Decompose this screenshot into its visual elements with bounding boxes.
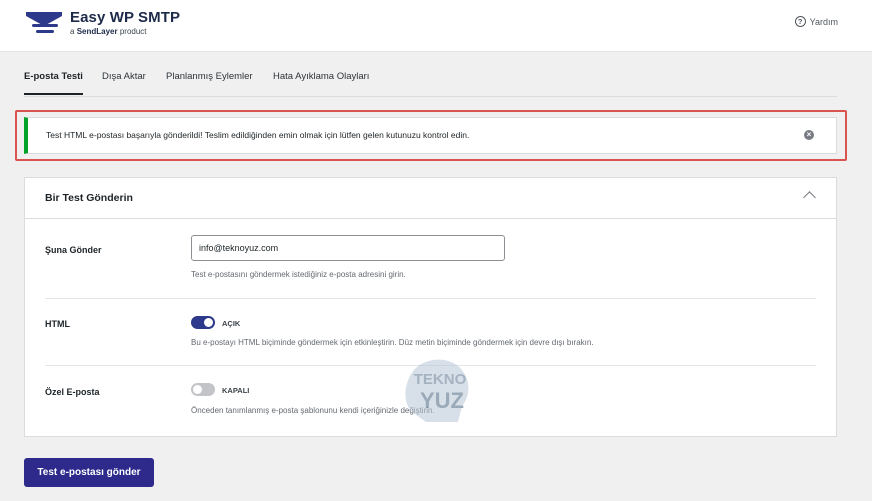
brand-name: Easy WP SMTP	[70, 9, 181, 26]
send-to-description: Test e-postasını göndermek istediğiniz e…	[191, 270, 406, 279]
custom-email-toggle-state: KAPALI	[222, 386, 250, 395]
toggle-knob	[193, 385, 202, 394]
brand-sub-company: SendLayer	[76, 27, 118, 36]
custom-email-toggle[interactable]	[191, 383, 215, 396]
html-label: HTML	[45, 319, 70, 329]
envelope-logo-icon	[26, 12, 62, 33]
help-label: Yardım	[809, 16, 838, 27]
html-toggle[interactable]	[191, 316, 215, 329]
send-to-label: Şuna Gönder	[45, 245, 102, 255]
html-toggle-state: AÇIK	[222, 319, 241, 328]
brand-tagline: a SendLayer product	[70, 27, 147, 36]
html-description: Bu e-postayı HTML biçiminde göndermek iç…	[191, 338, 594, 347]
tab-email-test[interactable]: E-posta Testi	[24, 71, 83, 95]
watermark-line2: YUZ	[420, 388, 464, 413]
send-to-email-input[interactable]	[191, 235, 505, 261]
tab-export[interactable]: Dışa Aktar	[102, 71, 146, 82]
watermark-line1: TEKNO	[414, 371, 467, 388]
top-bar: Easy WP SMTP a SendLayer product ? Yardı…	[0, 0, 872, 52]
toggle-knob	[204, 318, 213, 327]
brand-sub-suffix: product	[119, 27, 147, 36]
custom-email-description: Önceden tanımlanmış e-posta şablonunu ke…	[191, 406, 435, 415]
send-test-email-button[interactable]: Test e-postası gönder	[24, 458, 154, 487]
panel-title: Bir Test Gönderin	[45, 192, 133, 204]
help-link[interactable]: ? Yardım	[794, 16, 838, 27]
chevron-up-icon[interactable]	[803, 191, 816, 204]
tab-scheduled-actions[interactable]: Planlanmış Eylemler	[166, 71, 253, 82]
custom-email-label: Özel E-posta	[45, 387, 100, 397]
brand-sub-prefix: a	[70, 27, 75, 36]
question-circle-icon: ?	[794, 16, 806, 27]
close-circle-icon[interactable]: ×	[804, 130, 814, 140]
divider	[45, 298, 816, 299]
success-notice: Test HTML e-postası başarıyla gönderildi…	[24, 117, 837, 154]
tab-bar: E-posta Testi Dışa Aktar Planlanmış Eyle…	[24, 52, 837, 97]
notice-text: Test HTML e-postası başarıyla gönderildi…	[46, 130, 470, 140]
panel-header[interactable]: Bir Test Gönderin	[25, 178, 836, 219]
watermark-logo: TEKNO YUZ	[405, 359, 469, 422]
tab-debug-events[interactable]: Hata Ayıklama Olayları	[273, 71, 369, 82]
